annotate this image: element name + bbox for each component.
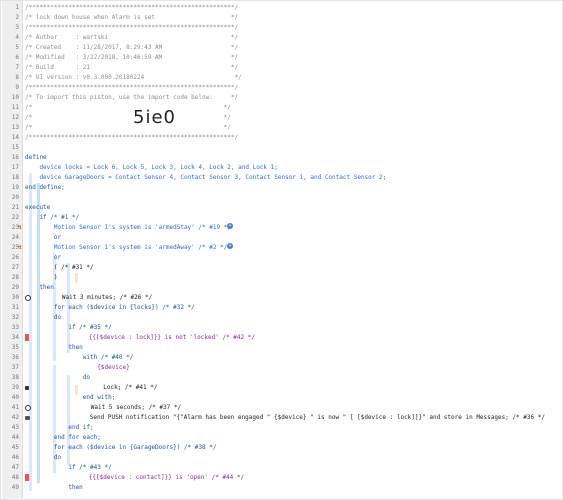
add-condition-icon[interactable]: + xyxy=(227,243,233,249)
alert-marker xyxy=(25,334,29,341)
code-editor: 1/**************************************… xyxy=(0,0,563,500)
condition-marker: ↯ xyxy=(18,224,22,231)
condition-marker: ↯ xyxy=(18,244,22,251)
message-icon xyxy=(25,415,30,420)
lock-icon xyxy=(25,385,29,390)
clock-icon xyxy=(25,294,31,301)
import-code: 5ie0 xyxy=(133,107,176,128)
alert-marker xyxy=(25,474,29,481)
clock-icon xyxy=(25,404,31,411)
code-lines: 1/**************************************… xyxy=(11,4,545,491)
add-condition-icon[interactable]: + xyxy=(227,223,233,229)
